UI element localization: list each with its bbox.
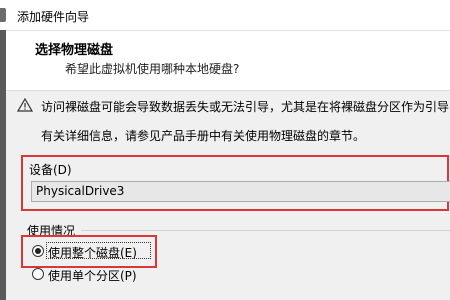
device-dropdown[interactable]: PhysicalDrive3 [31,181,450,202]
single-partition-radio-label[interactable]: 使用单个分区(P) [48,267,137,284]
window-title: 添加硬件向导 [17,10,90,24]
warning-icon [17,98,33,112]
warning-text-line2: 有关详细信息，请参见产品手册中有关使用物理磁盘的章节。 [41,129,366,143]
warning-text-line1: 访问裸磁盘可能会导致数据丢失或无法引导，尤其是在将裸磁盘分区作为引导 [41,100,450,114]
usage-group-divider [81,230,450,231]
whole-disk-radio-label[interactable]: 使用整个磁盘(E) [48,244,137,261]
single-partition-radio[interactable] [32,268,44,280]
app-icon [0,8,6,22]
whole-disk-radio[interactable] [32,245,44,257]
wizard-header: 选择物理磁盘 希望此虚拟机使用哪种本地硬盘? [6,31,450,91]
title-bar: 添加硬件向导 [0,0,450,31]
page-subtitle: 希望此虚拟机使用哪种本地硬盘? [65,62,240,76]
page-title: 选择物理磁盘 [35,43,114,58]
device-label: 设备(D) [29,163,72,177]
